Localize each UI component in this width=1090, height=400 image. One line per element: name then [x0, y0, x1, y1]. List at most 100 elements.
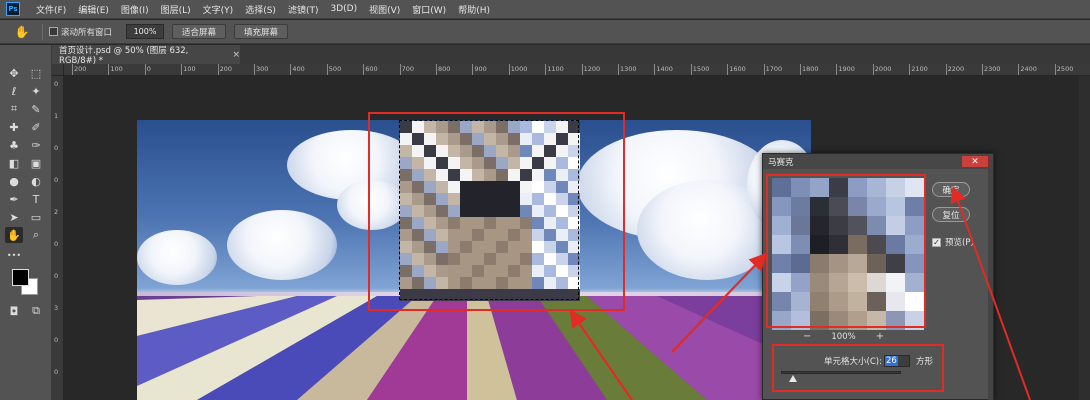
cloud — [227, 210, 337, 280]
dodge-tool-icon[interactable]: ◐ — [27, 173, 45, 189]
move-tool-icon[interactable]: ✥ — [5, 65, 23, 81]
zoom-100-button[interactable]: 100% — [126, 24, 165, 39]
ruler-tick — [290, 64, 292, 75]
ruler-tick — [545, 64, 547, 75]
stamp-tool-icon[interactable]: ♣ — [5, 137, 23, 153]
zoom-in-icon[interactable]: + — [876, 331, 884, 342]
menu-layer[interactable]: 图层(L) — [155, 3, 197, 16]
ruler-label: 2100 — [911, 65, 928, 73]
ruler-label: 1800 — [802, 65, 819, 73]
dialog-titlebar: 马赛克 ✕ — [763, 154, 993, 169]
marquee-tool-icon[interactable]: ⬚ — [27, 65, 45, 81]
more-tools-icon[interactable]: ••• — [5, 247, 23, 263]
ruler-label: 1100 — [547, 65, 564, 73]
hand-tool-preset-icon[interactable]: ✋ — [8, 23, 36, 41]
lasso-tool-icon[interactable]: ℓ — [5, 83, 23, 99]
ruler-label: 1500 — [692, 65, 710, 73]
menu-window[interactable]: 窗口(W) — [406, 3, 452, 16]
ruler-label: 1600 — [729, 65, 746, 73]
zoom-out-icon[interactable]: − — [803, 331, 811, 342]
document-tab[interactable]: 首页设计.psd @ 50% (图层 632, RGB/8#) * × — [52, 45, 240, 66]
ruler-label: 600 — [365, 65, 378, 73]
ruler-tick — [690, 64, 692, 75]
ruler-tick — [763, 64, 765, 75]
ruler-label: 0 — [54, 240, 59, 248]
close-icon[interactable]: × — [232, 50, 240, 60]
ruler-label: 0 — [54, 272, 59, 280]
ruler-label: 400 — [292, 65, 305, 73]
ruler-label: 1400 — [656, 65, 673, 73]
menu-help[interactable]: 帮助(H) — [452, 3, 496, 16]
ruler-tick — [1054, 64, 1056, 75]
ruler-label: 2400 — [1020, 65, 1037, 73]
type-tool-icon[interactable]: T — [27, 191, 45, 207]
vertical-scrollbar[interactable] — [1079, 76, 1090, 400]
ruler-tick — [436, 64, 437, 75]
ruler-tick — [800, 64, 801, 75]
menu-edit[interactable]: 编辑(E) — [72, 3, 115, 16]
reset-button[interactable]: 复位 — [932, 207, 970, 222]
preview-zoom-level: 100% — [831, 331, 856, 342]
history-brush-tool-icon[interactable]: ✑ — [27, 137, 45, 153]
ruler-label: 300 — [256, 65, 269, 73]
ruler-tick — [872, 64, 874, 75]
ruler-left: 0 1 0 0 2 0 0 3 0 0 — [52, 76, 64, 400]
blur-tool-icon[interactable]: ● — [5, 173, 23, 189]
ruler-tick — [326, 64, 328, 75]
hand-tool-icon[interactable]: ✋ — [5, 227, 23, 243]
menu-type[interactable]: 文字(Y) — [197, 3, 240, 16]
ruler-tick — [836, 64, 838, 75]
ruler-label: 1 — [54, 112, 59, 120]
preview-zoom-row: − 100% + — [803, 331, 884, 342]
ok-button[interactable]: 确定 — [932, 182, 970, 197]
magic-wand-tool-icon[interactable]: ✦ — [27, 83, 45, 99]
gradient-tool-icon[interactable]: ▣ — [27, 155, 45, 171]
menu-image[interactable]: 图像(I) — [115, 3, 155, 16]
document-tab-title: 首页设计.psd @ 50% (图层 632, RGB/8#) * — [59, 45, 189, 66]
ruler-label: 0 — [54, 144, 59, 152]
pen-tool-icon[interactable]: ✒ — [5, 191, 23, 207]
ruler-tick — [363, 64, 365, 75]
photoshop-logo: Ps — [6, 2, 20, 16]
screen-mode-icon[interactable]: ⧉ — [27, 303, 45, 319]
healing-tool-icon[interactable]: ✚ — [5, 119, 23, 135]
menu-file[interactable]: 文件(F) — [30, 3, 72, 16]
close-icon[interactable]: ✕ — [961, 155, 989, 168]
ruler-tick — [254, 64, 255, 75]
ruler-tick — [945, 64, 947, 75]
preview-checkbox[interactable]: ✓ — [932, 237, 941, 247]
menu-view[interactable]: 视图(V) — [363, 3, 406, 16]
zoom-tool-icon[interactable]: ⌕ — [27, 227, 45, 243]
preview-label: 预览(P) — [945, 238, 974, 248]
ruler-label: 1300 — [620, 65, 637, 73]
ruler-label: 2000 — [874, 65, 892, 73]
foreground-color-swatch[interactable] — [12, 269, 29, 286]
divider — [42, 23, 43, 40]
path-select-tool-icon[interactable]: ➤ — [5, 209, 23, 225]
ruler-corner — [52, 64, 64, 76]
ruler-label: 1900 — [838, 65, 855, 73]
rectangle-tool-icon[interactable]: ▭ — [27, 209, 45, 225]
fill-screen-button[interactable]: 填充屏幕 — [234, 24, 289, 39]
highlight-box-preview — [766, 174, 926, 328]
ruler-label: 0 — [54, 336, 59, 344]
document-tab-bar: 首页设计.psd @ 50% (图层 632, RGB/8#) * × — [52, 45, 1090, 66]
menu-select[interactable]: 选择(S) — [239, 3, 282, 16]
ruler-label: 200 — [74, 65, 87, 73]
ruler-label: 100 — [110, 65, 123, 73]
scroll-all-windows-checkbox[interactable] — [49, 27, 58, 36]
brush-tool-icon[interactable]: ✐ — [27, 119, 45, 135]
scroll-all-windows-label: 滚动所有窗口 — [61, 27, 113, 38]
ruler-label: 1000 — [510, 65, 528, 73]
eyedropper-tool-icon[interactable]: ✎ — [27, 101, 45, 117]
ruler-label: 2200 — [947, 65, 965, 73]
preview-toggle[interactable]: ✓ 预览(P) — [932, 236, 974, 248]
quick-mask-icon[interactable]: ◘ — [5, 303, 23, 319]
fit-screen-button[interactable]: 适合屏幕 — [172, 24, 227, 39]
menu-3d[interactable]: 3D(D) — [324, 4, 363, 14]
dialog-scrollbar[interactable] — [988, 169, 993, 400]
crop-tool-icon[interactable]: ⌗ — [5, 101, 23, 117]
menu-filter[interactable]: 滤镜(T) — [282, 3, 325, 16]
eraser-tool-icon[interactable]: ◧ — [5, 155, 23, 171]
ruler-tick — [399, 64, 401, 75]
